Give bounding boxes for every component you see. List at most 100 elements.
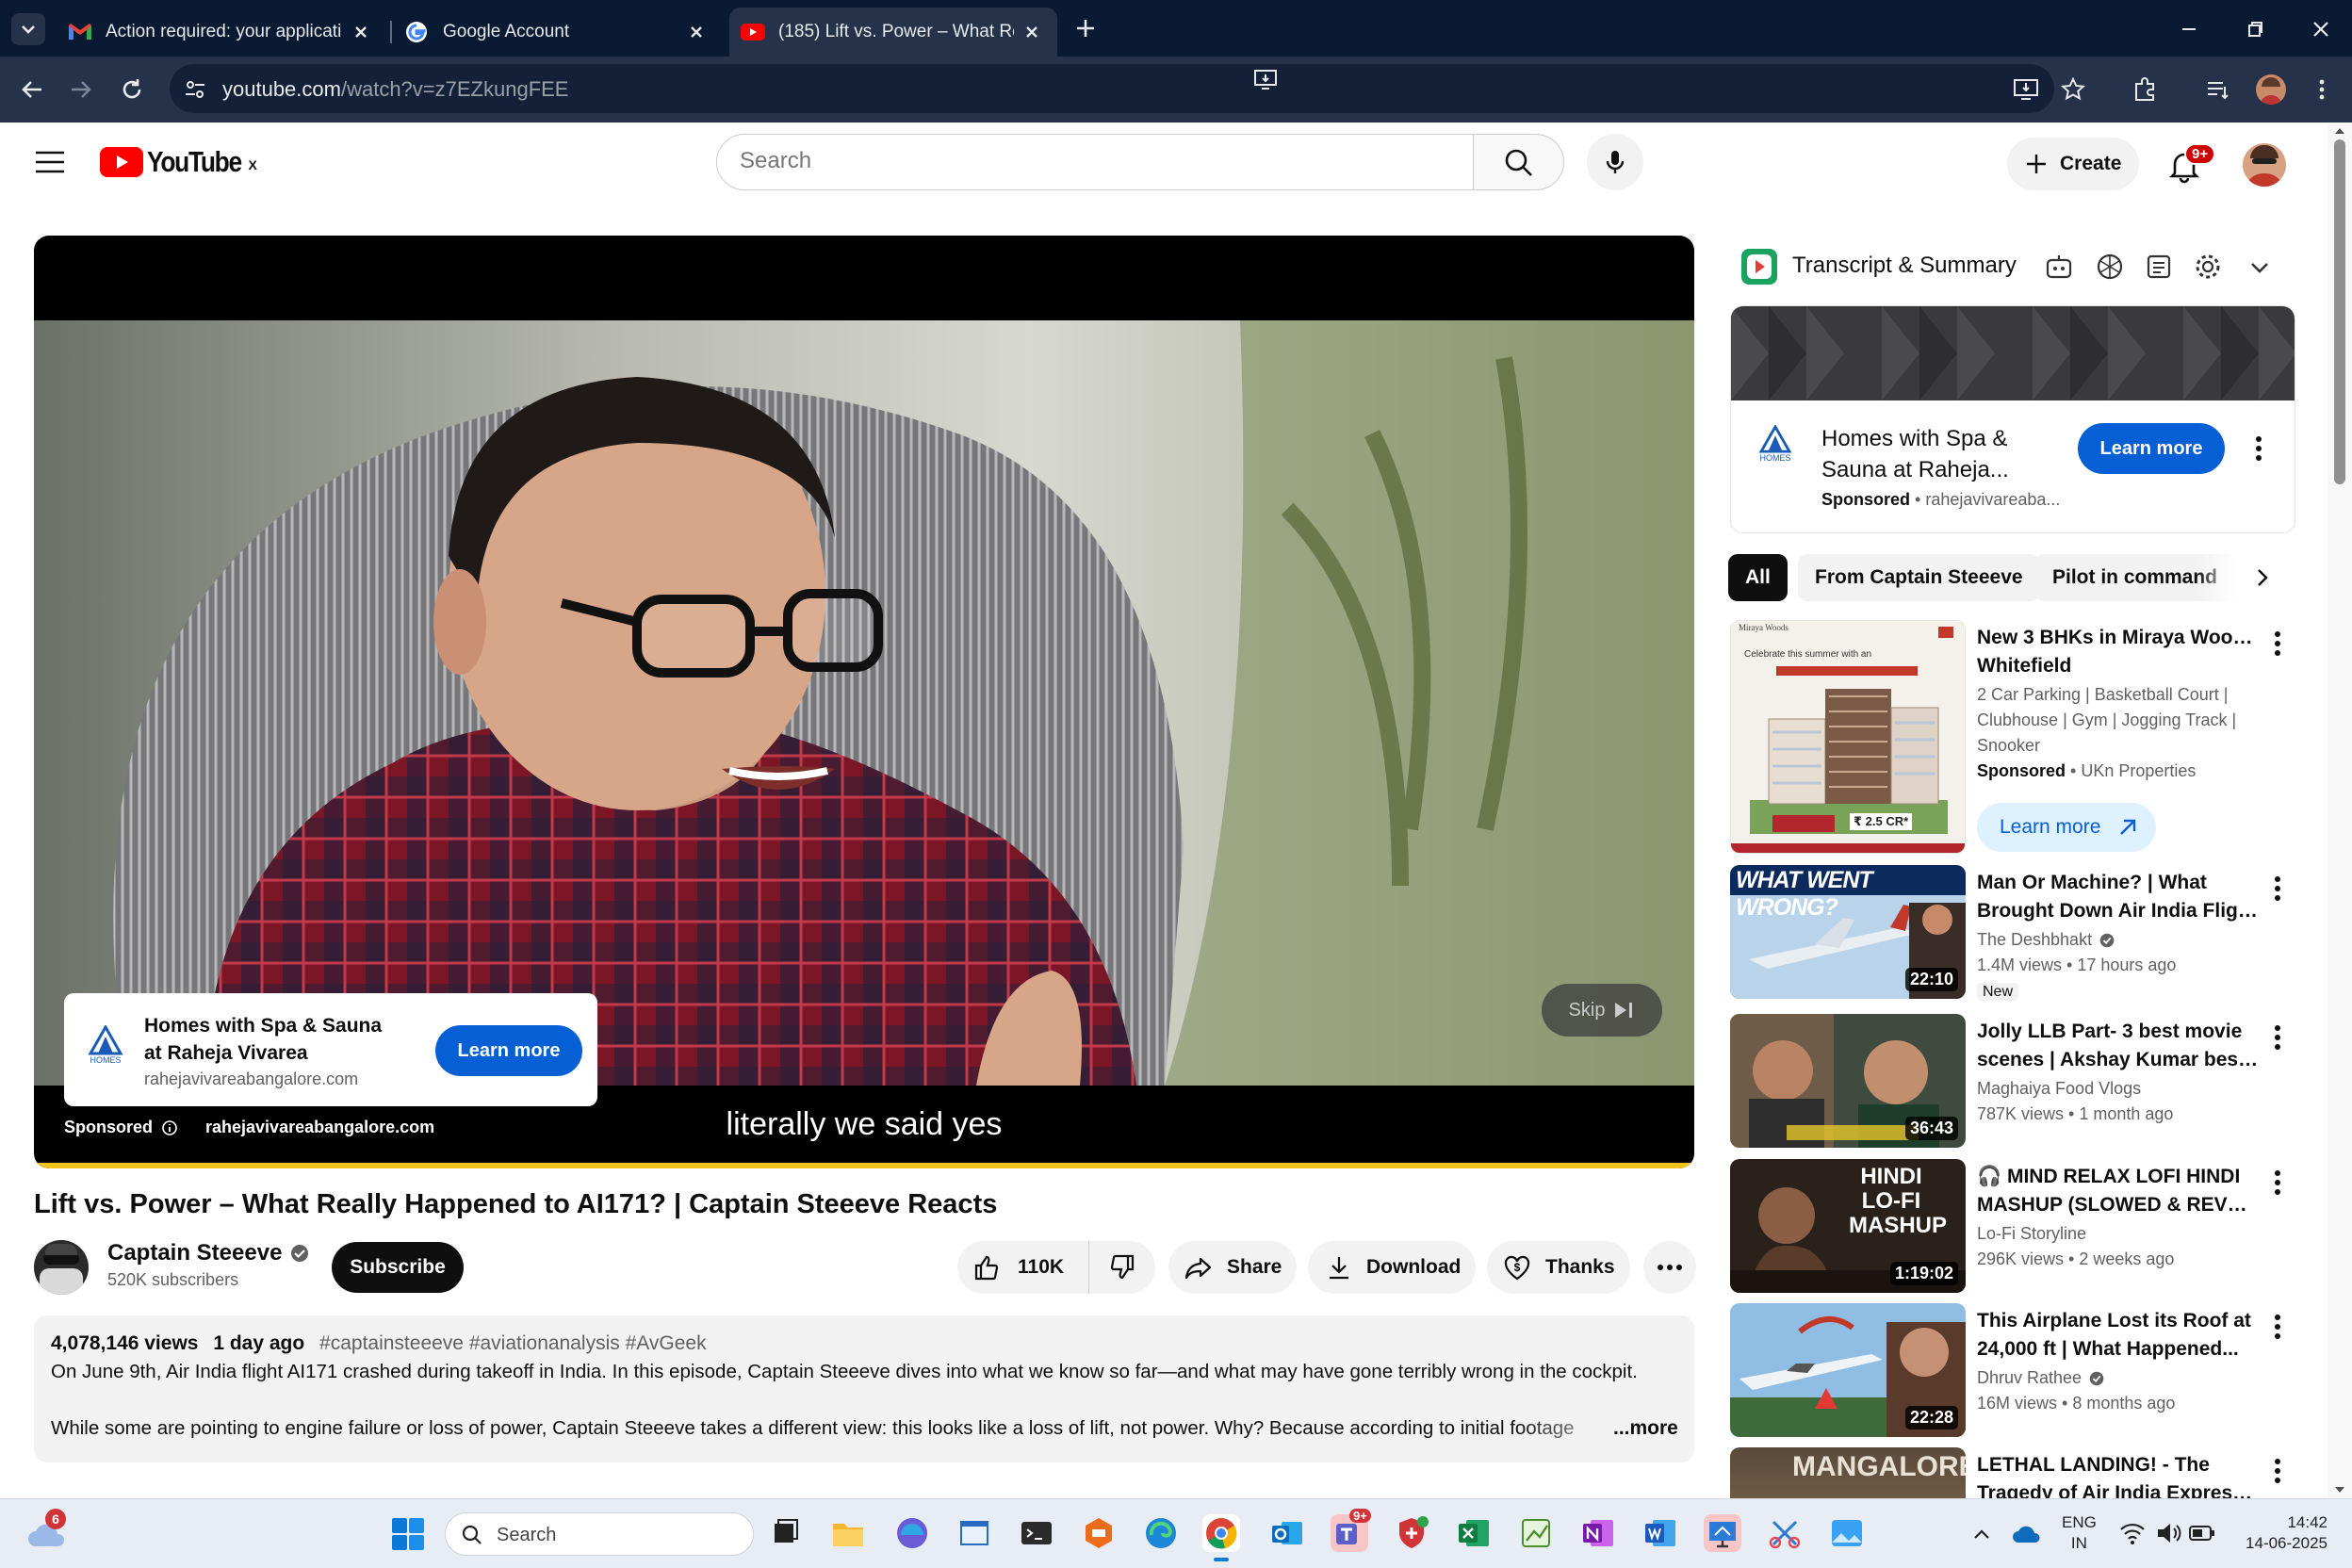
remote-desktop-icon[interactable] — [1704, 1514, 1741, 1552]
ad-learn-more-button[interactable]: Learn more — [2078, 423, 2225, 474]
forward-icon[interactable] — [64, 73, 98, 106]
ad-learn-more-button[interactable]: Learn more — [435, 1025, 582, 1076]
chrome-icon[interactable] — [1202, 1514, 1240, 1561]
bot-icon[interactable] — [2043, 251, 2075, 283]
overlay-ad-card[interactable]: HOMES Homes with Spa & Sauna at Raheja Vi… — [64, 993, 597, 1106]
extension-title[interactable]: Transcript & Summary — [1792, 253, 2017, 279]
m365-icon[interactable] — [893, 1514, 931, 1552]
profile-avatar[interactable] — [2256, 74, 2286, 105]
minimize-icon[interactable] — [2173, 13, 2205, 45]
ad-progress-bar[interactable] — [34, 1163, 1694, 1168]
start-button[interactable] — [390, 1516, 426, 1552]
extensions-icon[interactable] — [2128, 73, 2162, 106]
clock[interactable]: 14:42 14-06-2025 — [2233, 1512, 2328, 1554]
more-vertical-icon[interactable] — [2263, 1167, 2292, 1199]
url-text[interactable]: youtube.com/watch?v=z7EZkungFEE — [222, 77, 568, 102]
tab-gmail[interactable]: Action required: your applicatio — [57, 8, 386, 57]
new-tab-icon[interactable] — [1070, 13, 1101, 43]
thanks-button[interactable]: $ Thanks — [1487, 1241, 1630, 1294]
openai-icon[interactable] — [2094, 251, 2126, 283]
sponsored-thumbnail[interactable]: Miraya Woods Celebrate this summer with … — [1730, 620, 1966, 854]
weather-widget[interactable]: 6 — [26, 1509, 68, 1554]
install-app-icon[interactable] — [2009, 73, 2043, 106]
rec-learn-more-button[interactable]: Learn more — [1977, 803, 2156, 852]
page-scrollbar[interactable] — [2328, 122, 2352, 1498]
rec-channel[interactable]: Dhruv Rathee — [1977, 1365, 2082, 1391]
sidebar-ad-panel[interactable]: HOMES Homes with Spa & Sauna at Raheja..… — [1730, 305, 2295, 533]
language-indicator[interactable]: ENG IN — [2062, 1512, 2097, 1554]
recommendation-item[interactable]: 36:43 Jolly LLB Part- 3 best movie scenes… — [1730, 1014, 2295, 1148]
tab-search-button[interactable] — [11, 13, 45, 45]
rec-channel[interactable]: The Deshbhakt — [1977, 927, 2092, 953]
subscribe-button[interactable]: Subscribe — [332, 1242, 464, 1293]
recommendation-item[interactable]: WHAT WENT WRONG? 22:10 Man Or Machine? |… — [1730, 865, 2295, 1001]
voice-search-button[interactable] — [1587, 134, 1643, 190]
account-avatar[interactable] — [2243, 143, 2286, 187]
create-button[interactable]: Create — [2007, 138, 2139, 190]
hamburger-menu-icon[interactable] — [32, 145, 70, 179]
window-app-icon[interactable] — [956, 1514, 993, 1552]
more-vertical-icon[interactable] — [2263, 1021, 2292, 1054]
more-actions-button[interactable] — [1643, 1241, 1696, 1294]
outlook-icon[interactable] — [1268, 1514, 1306, 1552]
more-vertical-icon[interactable] — [2263, 1311, 2292, 1343]
scrollbar-thumb[interactable] — [2334, 139, 2345, 484]
video-player[interactable]: HOMES Homes with Spa & Sauna at Raheja Vi… — [34, 236, 1694, 1168]
chevron-right-icon[interactable] — [2246, 562, 2278, 594]
reload-icon[interactable] — [115, 73, 149, 106]
rec-channel[interactable]: Lo-Fi Storyline — [1977, 1221, 2174, 1247]
teams-icon[interactable]: 9+ — [1331, 1509, 1371, 1552]
photos-icon[interactable] — [1828, 1514, 1866, 1552]
taskbar-search[interactable]: Search — [445, 1512, 754, 1556]
more-vertical-icon[interactable] — [2263, 628, 2292, 660]
settings-gear-icon[interactable] — [2192, 251, 2224, 283]
more-menu-icon[interactable] — [2305, 73, 2339, 106]
more-vertical-icon[interactable] — [2263, 1455, 2292, 1487]
recommendation-item[interactable]: HINDI LO-FI MASHUP 1:19:02 🎧 MIND RELAX … — [1730, 1159, 2295, 1293]
search-input[interactable] — [740, 148, 1437, 174]
scroll-up-icon[interactable] — [2328, 122, 2352, 138]
video-thumbnail[interactable]: MANGALORE — [1730, 1447, 1966, 1498]
video-thumbnail[interactable]: 22:28 — [1730, 1303, 1966, 1437]
office-icon[interactable] — [1080, 1514, 1118, 1552]
chart-app-icon[interactable] — [1517, 1514, 1555, 1552]
chip-pilot-in-command[interactable]: Pilot in command — [2035, 554, 2237, 601]
recommendation-item[interactable]: 22:28 This Airplane Lost its Roof at 24,0… — [1730, 1303, 2295, 1437]
search-button[interactable] — [1474, 134, 1564, 190]
chevron-down-icon[interactable] — [2245, 253, 2275, 283]
onedrive-icon[interactable] — [2011, 1522, 2041, 1546]
snipping-tool-icon[interactable] — [1766, 1514, 1804, 1552]
reading-list-icon[interactable] — [2201, 73, 2235, 106]
onenote-icon[interactable] — [1579, 1514, 1617, 1552]
volume-icon[interactable] — [2154, 1520, 2182, 1546]
search-box[interactable] — [716, 134, 1474, 190]
download-button[interactable]: Download — [1308, 1241, 1476, 1294]
youtube-logo[interactable]: YouTube X — [100, 145, 257, 179]
restore-icon[interactable] — [2239, 13, 2271, 45]
bookmark-star-icon[interactable] — [2056, 73, 2090, 106]
description-box[interactable]: 4,078,146 views 1 day ago #captainsteeev… — [34, 1315, 1694, 1462]
close-window-icon[interactable] — [2305, 13, 2337, 45]
chevron-up-icon[interactable] — [1969, 1522, 1994, 1546]
defender-icon[interactable] — [1393, 1514, 1430, 1552]
back-icon[interactable] — [15, 73, 49, 106]
edge-icon[interactable] — [1142, 1514, 1180, 1552]
excel-icon[interactable] — [1455, 1514, 1493, 1552]
dislike-button[interactable] — [1089, 1241, 1155, 1294]
like-button[interactable]: 110K — [957, 1241, 1089, 1294]
tab-youtube[interactable]: (185) Lift vs. Power – What Reall — [729, 8, 1057, 57]
more-vertical-icon[interactable] — [2247, 433, 2270, 465]
rec-channel[interactable]: Maghaiya Food Vlogs — [1977, 1076, 2173, 1102]
chip-all[interactable]: All — [1728, 554, 1788, 601]
address-bar[interactable]: youtube.com/watch?v=z7EZkungFEE — [170, 64, 2054, 113]
channel-avatar[interactable] — [34, 1240, 89, 1295]
sponsored-recommendation[interactable]: Miraya Woods Celebrate this summer with … — [1730, 620, 2295, 854]
install-app-icon[interactable] — [1251, 66, 1280, 94]
close-icon[interactable] — [1020, 20, 1044, 44]
skip-ad-button[interactable]: Skip — [1542, 984, 1662, 1037]
recommendation-item[interactable]: MANGALORE LETHAL LANDING! - The Tragedy o… — [1730, 1447, 2295, 1498]
close-icon[interactable] — [684, 20, 709, 44]
scroll-down-icon[interactable] — [2328, 1483, 2352, 1498]
notifications-button[interactable]: 9+ — [2164, 141, 2216, 187]
wifi-icon[interactable] — [2118, 1520, 2147, 1546]
